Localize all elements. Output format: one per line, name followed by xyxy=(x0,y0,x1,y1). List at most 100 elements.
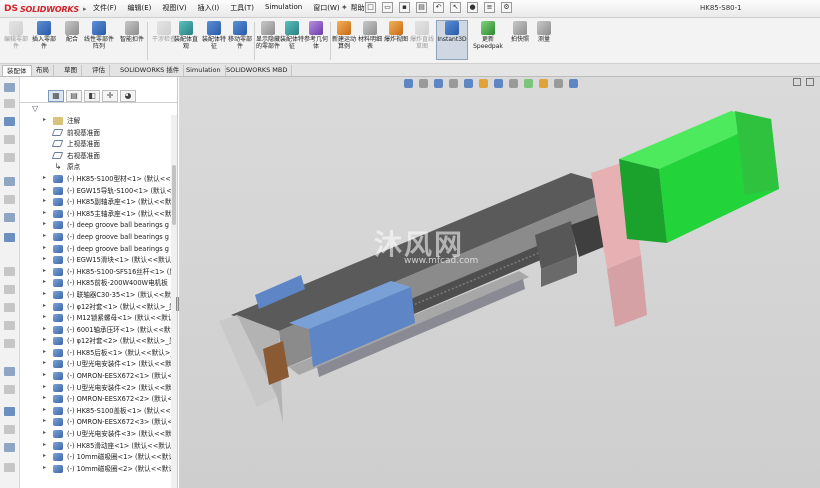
sheet-metal-icon[interactable] xyxy=(4,385,15,394)
menu-insert[interactable]: 插入(I) xyxy=(198,3,220,13)
expand-arrow-icon[interactable]: ▸ xyxy=(43,220,46,227)
smart-fastener-button[interactable]: 智能扣件 xyxy=(118,21,146,43)
tab-simulation[interactable]: Simulation xyxy=(182,65,226,76)
feature-manager-icon[interactable]: ▦ xyxy=(48,90,64,102)
tree-row[interactable]: ▸ 注解 xyxy=(20,115,177,127)
expand-arrow-icon[interactable]: ▸ xyxy=(43,359,46,366)
expand-arrow-icon[interactable]: ▸ xyxy=(43,313,46,320)
tree-row-component[interactable]: ▸ (-) φ12衬套<2> (默认<<默认>_显 xyxy=(20,335,177,347)
surface-icon[interactable] xyxy=(4,407,15,416)
exploded-view-button[interactable]: 爆炸视图 xyxy=(382,21,410,43)
file-properties-icon[interactable]: ≡ xyxy=(484,2,495,13)
select-arrow-icon[interactable]: ↖ xyxy=(450,2,461,13)
tab-solidworks-addins[interactable]: SOLIDWORKS 插件 xyxy=(116,65,185,76)
insert-component-button[interactable]: 插入零部件 xyxy=(30,21,58,50)
expand-arrow-icon[interactable]: ▸ xyxy=(43,394,46,401)
new-motion-study-button[interactable]: 新建运动算例 xyxy=(330,21,358,50)
expand-arrow-icon[interactable]: ▸ xyxy=(43,429,46,436)
more-tools-icon[interactable] xyxy=(4,463,15,472)
expand-arrow-icon[interactable]: ▸ xyxy=(43,267,46,274)
instant3d-button[interactable]: Instant3D xyxy=(436,20,468,60)
weldment-icon[interactable] xyxy=(4,367,15,376)
smart-dimension-icon[interactable] xyxy=(4,99,15,108)
filter-icon[interactable]: ▽ xyxy=(32,104,46,114)
expand-arrow-icon[interactable]: ▸ xyxy=(43,417,46,424)
tree-row-component[interactable]: ▸ (-) deep groove ball bearings g xyxy=(20,219,177,231)
tree-row-component[interactable]: ▸ (-) U型光电安装件<1> (默认<<默认 xyxy=(20,358,177,370)
tree-row-component[interactable]: ▸ (-) 联轴器C30-35<1> (默认<<默认 xyxy=(20,289,177,301)
part-icon[interactable] xyxy=(4,117,15,126)
pattern-icon[interactable] xyxy=(4,321,15,330)
expand-arrow-icon[interactable]: ▸ xyxy=(43,325,46,332)
graphics-viewport[interactable]: 沐风网 www.mfcad.com xyxy=(179,77,820,488)
revolve-icon[interactable] xyxy=(4,153,15,162)
tree-row-component[interactable]: ▸ (-) HK85滑动座<1> (默认<<默认 xyxy=(20,440,177,452)
tree-row-component[interactable]: ▸ (-) HK85前板-200W400W电机板 xyxy=(20,277,177,289)
scrollbar-thumb[interactable] xyxy=(172,165,176,225)
options-gear-icon[interactable]: ⚙ xyxy=(501,2,512,13)
expand-arrow-icon[interactable]: ▸ xyxy=(43,464,46,471)
expand-arrow-icon[interactable]: ▸ xyxy=(43,186,46,193)
tab-layout[interactable]: 布局 xyxy=(32,65,54,76)
menu-simulation[interactable]: Simulation xyxy=(265,3,302,13)
tree-row-component[interactable]: ▸ (-) U型光电安装件<3> (默认<<默认 xyxy=(20,428,177,440)
expand-arrow-icon[interactable]: ▸ xyxy=(43,174,46,181)
tree-row-component[interactable]: ▸ (-) 10mm磁吸圈<2> (默认<<默认 xyxy=(20,463,177,475)
open-folder-icon[interactable]: ▭ xyxy=(382,2,393,13)
move-component-button[interactable]: 移动零部件 xyxy=(226,21,254,50)
update-speedpak-button[interactable]: 更新 Speedpak xyxy=(472,21,504,50)
pin-icon[interactable]: ✦ xyxy=(341,3,348,12)
expand-arrow-icon[interactable]: ▸ xyxy=(43,452,46,459)
measure-button[interactable]: 测量 xyxy=(530,21,558,43)
tree-row[interactable]: 上视基准面 xyxy=(20,138,177,150)
tree-row-component[interactable]: ▸ (-) 6001轴承压环<1> (默认<<默认 xyxy=(20,324,177,336)
expand-arrow-icon[interactable]: ▸ xyxy=(43,441,46,448)
rib-icon[interactable] xyxy=(4,285,15,294)
explode-line-sketch-button[interactable]: 爆炸直线草图 xyxy=(408,21,436,50)
tree-row[interactable]: 右视基准面 xyxy=(20,150,177,162)
tree-row-component[interactable]: ▸ (-) U型光电安装件<2> (默认<<默认 xyxy=(20,382,177,394)
property-manager-icon[interactable]: ▤ xyxy=(66,90,82,102)
tree-row-component[interactable]: ▸ (-) 10mm磁吸圈<1> (默认<<默认 xyxy=(20,451,177,463)
tab-solidworks-mbd[interactable]: SOLIDWORKS MBD xyxy=(222,65,293,76)
solidworks-logo[interactable]: DS SOLIDWORKS ▸ xyxy=(4,3,87,15)
dimxpert-icon[interactable]: ✛ xyxy=(102,90,118,102)
assembly-features-button[interactable]: 装配体特征 xyxy=(200,21,228,50)
menu-view[interactable]: 视图(V) xyxy=(162,3,186,13)
hole-wizard-icon[interactable] xyxy=(4,213,15,222)
tree-row-component[interactable]: ▸ (-) HK85-S100-SFS16丝杆<1> (默认 xyxy=(20,266,177,278)
configuration-manager-icon[interactable]: ◧ xyxy=(84,90,100,102)
expand-arrow-icon[interactable]: ▸ xyxy=(43,232,46,239)
expand-arrow-icon[interactable]: ▸ xyxy=(43,209,46,216)
assembly-visualization-button[interactable]: 装配体直观 xyxy=(172,21,200,50)
tree-row-component[interactable]: ▸ (-) HK85副轴承座<1> (默认<<默认 xyxy=(20,196,177,208)
menu-edit[interactable]: 编辑(E) xyxy=(128,3,152,13)
menu-window[interactable]: 窗口(W) xyxy=(313,3,339,13)
expand-arrow-icon[interactable]: ▸ xyxy=(43,244,46,251)
expand-arrow-icon[interactable]: ▸ xyxy=(43,371,46,378)
expand-arrow-icon[interactable]: ▸ xyxy=(43,255,46,262)
tree-row-component[interactable]: ▸ (-) OMRON-EESX672<1> (默认<<默 xyxy=(20,370,177,382)
tree-row-component[interactable]: ▸ (-) HK85-S100型材<1> (默认<<默认 xyxy=(20,173,177,185)
tree-row-component[interactable]: ▸ (-) φ12衬套<1> (默认<<默认>_显 xyxy=(20,301,177,313)
tree-row-component[interactable]: ▸ (-) deep groove ball bearings g xyxy=(20,231,177,243)
tree-row-component[interactable]: ▸ (-) M12锁紧螺母<1> (默认<<默认 xyxy=(20,312,177,324)
print-icon[interactable]: ▤ xyxy=(416,2,427,13)
draft-icon[interactable] xyxy=(4,303,15,312)
routing-icon[interactable] xyxy=(4,443,15,452)
tree-row-component[interactable]: ▸ (-) EGW15滑块<1> (默认<<默认> xyxy=(20,254,177,266)
expand-arrow-icon[interactable]: ▸ xyxy=(43,336,46,343)
display-manager-icon[interactable]: ◕ xyxy=(120,90,136,102)
tree-row[interactable]: 前视基准面 xyxy=(20,127,177,139)
edit-component-button[interactable]: 编辑零部件 xyxy=(2,21,30,50)
reference-geometry-button[interactable]: 参考几何体 xyxy=(302,21,330,50)
menu-file[interactable]: 文件(F) xyxy=(93,3,117,13)
bom-button[interactable]: 材料明细表 xyxy=(356,21,384,50)
tree-row-component[interactable]: ▸ (-) OMRON-EESX672<3> (默认<<默 xyxy=(20,416,177,428)
menu-tools[interactable]: 工具(T) xyxy=(230,3,254,13)
expand-arrow-icon[interactable]: ▸ xyxy=(43,302,46,309)
tree-row[interactable]: ↳ 原点 xyxy=(20,161,177,173)
new-document-icon[interactable]: □ xyxy=(365,2,376,13)
tab-sketch[interactable]: 草图 xyxy=(60,65,82,76)
expand-arrow-icon[interactable]: ▸ xyxy=(43,290,46,297)
